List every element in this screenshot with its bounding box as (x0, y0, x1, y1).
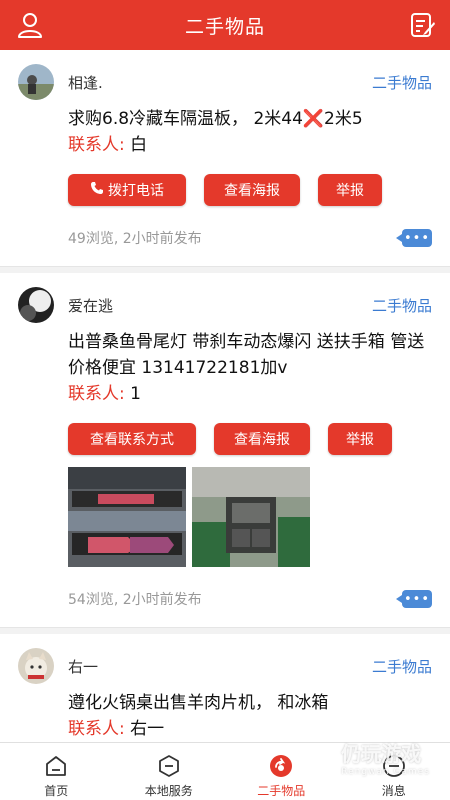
avatar[interactable] (18, 64, 54, 100)
tab-home[interactable]: 首页 (0, 743, 113, 800)
contact-row: 联系人: 白 (68, 132, 432, 158)
contact-row: 联系人: 1 (68, 381, 432, 407)
post-photo[interactable] (192, 467, 310, 567)
tab-label: 首页 (44, 784, 69, 798)
report-button[interactable]: 举报 (328, 423, 392, 455)
post-photo[interactable] (68, 467, 186, 567)
post-card: 爱在逃 二手物品 出普桑鱼骨尾灯 带刹车动态爆闪 送扶手箱 管送 价格便宜 13… (0, 273, 450, 628)
top-bar: 二手物品 (0, 0, 450, 50)
post-card: 右一 二手物品 遵化火锅桌出售羊肉片机， 和冰箱 联系人: 右一 (0, 634, 450, 742)
post-content: 遵化火锅桌出售羊肉片机， 和冰箱 (68, 693, 329, 713)
post-stats: 54浏览, 2小时前发布 (68, 592, 202, 608)
contact-label: 联系人: (68, 719, 125, 739)
post-stats: 49浏览, 2小时前发布 (68, 231, 202, 247)
watermark: 仍玩游戏 Rengwan Games (341, 738, 430, 777)
contact-name: 白 (130, 135, 148, 155)
more-options-button[interactable]: ••• (396, 229, 432, 247)
post-content: 出普桑鱼骨尾灯 带刹车动态爆闪 送扶手箱 管送 价格便宜 13141722181… (68, 332, 425, 378)
category-tag[interactable]: 二手物品 (372, 656, 432, 677)
post-edit-icon[interactable] (408, 10, 438, 40)
page-title: 二手物品 (184, 15, 265, 38)
category-tag[interactable]: 二手物品 (372, 295, 432, 316)
post-feed[interactable]: 相逢. 二手物品 求购6.8冷藏车隔温板， 2米44❌2米5 联系人: 白 拨打… (0, 50, 450, 742)
hexagon-icon (158, 755, 179, 777)
avatar[interactable] (18, 648, 54, 684)
tab-label: 消息 (381, 784, 406, 798)
view-contact-button[interactable]: 查看联系方式 (68, 423, 196, 455)
contact-name: 1 (130, 384, 141, 404)
username[interactable]: 相逢. (68, 72, 372, 93)
home-icon (46, 756, 67, 776)
watermark-text: 仍玩游戏 (341, 742, 422, 766)
watermark-subtext: Rengwan Games (341, 767, 430, 777)
view-poster-button[interactable]: 查看海报 (214, 423, 310, 455)
contact-label: 联系人: (68, 135, 125, 155)
avatar[interactable] (18, 287, 54, 323)
view-poster-button[interactable]: 查看海报 (204, 174, 300, 206)
report-button[interactable]: 举报 (318, 174, 382, 206)
secondhand-icon (270, 755, 293, 777)
tab-label: 二手物品 (257, 784, 306, 798)
category-tag[interactable]: 二手物品 (372, 72, 432, 93)
contact-label: 联系人: (68, 384, 125, 404)
contact-name: 右一 (130, 719, 165, 739)
tab-label: 本地服务 (144, 784, 193, 798)
tab-secondhand[interactable]: 二手物品 (225, 743, 338, 800)
post-content: 求购6.8冷藏车隔温板， 2米44❌2米5 (68, 109, 363, 129)
username[interactable]: 爱在逃 (68, 295, 372, 316)
user-icon[interactable] (16, 11, 44, 39)
phone-icon (90, 181, 104, 199)
username[interactable]: 右一 (68, 656, 372, 677)
tab-local-services[interactable]: 本地服务 (113, 743, 226, 800)
more-options-button[interactable]: ••• (396, 590, 432, 608)
call-button-label: 拨打电话 (108, 183, 164, 199)
post-card: 相逢. 二手物品 求购6.8冷藏车隔温板， 2米44❌2米5 联系人: 白 拨打… (0, 50, 450, 267)
call-button[interactable]: 拨打电话 (68, 174, 186, 206)
